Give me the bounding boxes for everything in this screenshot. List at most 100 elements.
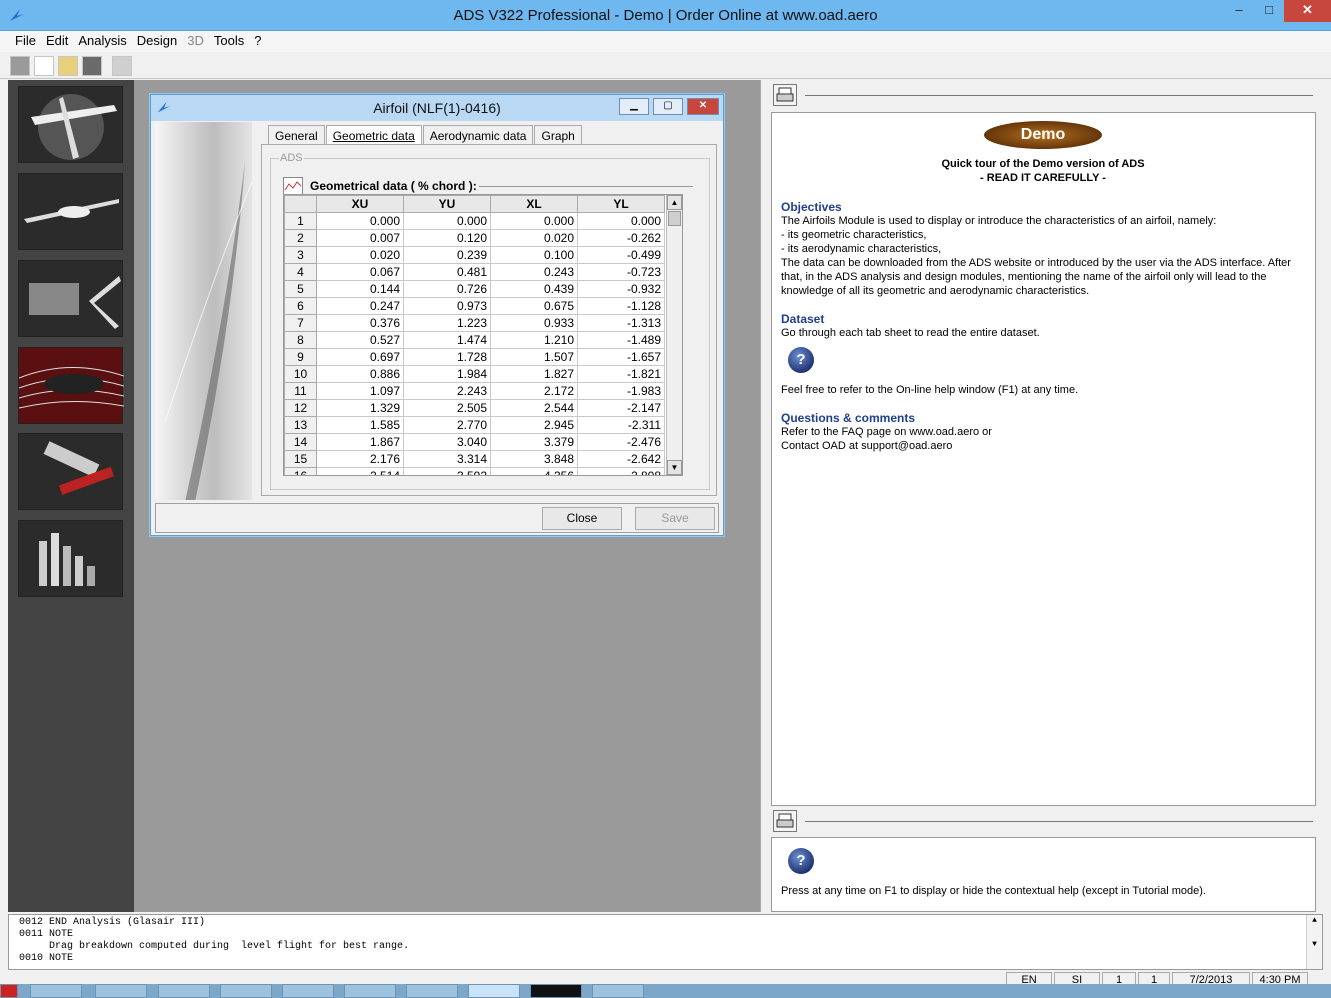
- tab-general[interactable]: General: [268, 125, 325, 145]
- airfoil-plot-icon[interactable]: [283, 177, 303, 195]
- grid-cell[interactable]: 3.379: [490, 433, 578, 451]
- grid-cell[interactable]: -2.147: [577, 399, 665, 417]
- taskbar-app-icon[interactable]: [158, 984, 210, 998]
- grid-cell[interactable]: 0.239: [403, 246, 491, 264]
- grid-cell[interactable]: 0.000: [490, 212, 578, 230]
- table-row[interactable]: 7 0.376 1.223 0.933 -1.313: [284, 314, 665, 332]
- grid-cell[interactable]: 0.726: [403, 280, 491, 298]
- grid-cell[interactable]: 0.000: [577, 212, 665, 230]
- grid-cell[interactable]: -2.642: [577, 450, 665, 468]
- new-file-icon[interactable]: [34, 56, 54, 76]
- grid-cell[interactable]: 0.973: [403, 297, 491, 315]
- close-button[interactable]: Close: [542, 507, 622, 530]
- column-header-yu[interactable]: YU: [403, 195, 491, 213]
- grid-cell[interactable]: 0.481: [403, 263, 491, 281]
- taskbar-app-icon[interactable]: [592, 984, 644, 998]
- grid-cell[interactable]: 3.314: [403, 450, 491, 468]
- log-pane[interactable]: 0012 END Analysis (Glasair III) 0011 NOT…: [8, 914, 1323, 970]
- grid-cell[interactable]: 1.097: [316, 382, 404, 400]
- table-row[interactable]: 4 0.067 0.481 0.243 -0.723: [284, 263, 665, 281]
- print-icon[interactable]: [112, 56, 132, 76]
- grid-cell[interactable]: 2.544: [490, 399, 578, 417]
- grid-cell[interactable]: 0.886: [316, 365, 404, 383]
- grid-cell[interactable]: 1.507: [490, 348, 578, 366]
- grid-cell[interactable]: 1.585: [316, 416, 404, 434]
- column-header-xu[interactable]: XU: [316, 195, 404, 213]
- grid-cell[interactable]: 0.675: [490, 297, 578, 315]
- ultralight-icon[interactable]: [18, 173, 123, 250]
- print-context-help-icon[interactable]: [773, 810, 797, 832]
- grid-cell[interactable]: 2.172: [490, 382, 578, 400]
- grid-cell[interactable]: 0.247: [316, 297, 404, 315]
- table-row[interactable]: 11 1.097 2.243 2.172 -1.983: [284, 382, 665, 400]
- table-row[interactable]: 9 0.697 1.728 1.507 -1.657: [284, 348, 665, 366]
- grid-cell[interactable]: -0.499: [577, 246, 665, 264]
- grid-cell[interactable]: 2.770: [403, 416, 491, 434]
- engine-propeller-icon[interactable]: [18, 260, 123, 337]
- stop-icon[interactable]: [10, 56, 30, 76]
- grid-cell[interactable]: 0.376: [316, 314, 404, 332]
- grid-cell[interactable]: 0.007: [316, 229, 404, 247]
- grid-cell[interactable]: 0.020: [316, 246, 404, 264]
- open-folder-icon[interactable]: [58, 56, 78, 76]
- grid-cell[interactable]: 3.848: [490, 450, 578, 468]
- grid-cell[interactable]: 0.067: [316, 263, 404, 281]
- grid-cell[interactable]: -0.723: [577, 263, 665, 281]
- column-header-yl[interactable]: YL: [577, 195, 665, 213]
- grid-cell[interactable]: 1.728: [403, 348, 491, 366]
- grid-cell[interactable]: 0.933: [490, 314, 578, 332]
- grid-cell[interactable]: 0.697: [316, 348, 404, 366]
- grid-cell[interactable]: -1.313: [577, 314, 665, 332]
- taskbar-app-icon[interactable]: [220, 984, 272, 998]
- taskbar-app-icon[interactable]: [344, 984, 396, 998]
- grid-cell[interactable]: 1.223: [403, 314, 491, 332]
- minimize-button[interactable]: –: [1224, 0, 1254, 22]
- taskbar-app-icon[interactable]: [95, 984, 147, 998]
- tab-aerodynamic-data[interactable]: Aerodynamic data: [422, 125, 534, 145]
- aero-flow-icon[interactable]: [18, 347, 125, 424]
- table-row[interactable]: 12 1.329 2.505 2.544 -2.147: [284, 399, 665, 417]
- grid-cell[interactable]: 0.144: [316, 280, 404, 298]
- taskbar-app-icon[interactable]: [0, 984, 18, 998]
- tab-graph[interactable]: Graph: [534, 125, 582, 145]
- grid-cell[interactable]: 2.514: [316, 467, 404, 475]
- table-row[interactable]: 6 0.247 0.973 0.675 -1.128: [284, 297, 665, 315]
- grid-cell[interactable]: 0.439: [490, 280, 578, 298]
- grid-cell[interactable]: 0.100: [490, 246, 578, 264]
- grid-cell[interactable]: -1.657: [577, 348, 665, 366]
- grid-cell[interactable]: 1.984: [403, 365, 491, 383]
- grid-cell[interactable]: 1.210: [490, 331, 578, 349]
- dialog-close-button[interactable]: ✕: [687, 98, 719, 115]
- grid-cell[interactable]: -2.476: [577, 433, 665, 451]
- grid-cell[interactable]: -2.808: [577, 467, 665, 475]
- grid-cell[interactable]: -1.128: [577, 297, 665, 315]
- save-disk-icon[interactable]: [82, 56, 102, 76]
- menu-analysis[interactable]: Analysis: [73, 31, 131, 52]
- table-row[interactable]: 2 0.007 0.120 0.020 -0.262: [284, 229, 665, 247]
- grid-cell[interactable]: 2.243: [403, 382, 491, 400]
- grid-cell[interactable]: 2.176: [316, 450, 404, 468]
- table-row[interactable]: 8 0.527 1.474 1.210 -1.489: [284, 331, 665, 349]
- tab-geometric-data[interactable]: Geometric data: [325, 125, 422, 145]
- grid-cell[interactable]: -1.489: [577, 331, 665, 349]
- table-row[interactable]: 14 1.867 3.040 3.379 -2.476: [284, 433, 665, 451]
- menu-edit[interactable]: Edit: [41, 31, 73, 52]
- taskbar-ads-icon[interactable]: [468, 984, 520, 998]
- grid-cell[interactable]: 2.945: [490, 416, 578, 434]
- dialog-minimize-button[interactable]: ▁: [619, 98, 649, 115]
- table-row[interactable]: 15 2.176 3.314 3.848 -2.642: [284, 450, 665, 468]
- grid-cell[interactable]: 1.867: [316, 433, 404, 451]
- column-header-xl[interactable]: XL: [490, 195, 578, 213]
- grid-cell[interactable]: -1.983: [577, 382, 665, 400]
- table-row[interactable]: 16 2.514 3.592 4.356 -2.808: [284, 467, 665, 475]
- chart-icon[interactable]: [18, 520, 123, 597]
- scroll-up-icon[interactable]: ▲: [667, 195, 682, 210]
- taskbar-app-icon[interactable]: [282, 984, 334, 998]
- grid-cell[interactable]: 2.505: [403, 399, 491, 417]
- taskbar-app-icon[interactable]: [530, 984, 582, 998]
- menu-design[interactable]: Design: [132, 31, 182, 52]
- print-help-icon[interactable]: [773, 84, 797, 106]
- grid-cell[interactable]: -0.262: [577, 229, 665, 247]
- menu-tools[interactable]: Tools: [209, 31, 249, 52]
- taskbar-app-icon[interactable]: [406, 984, 458, 998]
